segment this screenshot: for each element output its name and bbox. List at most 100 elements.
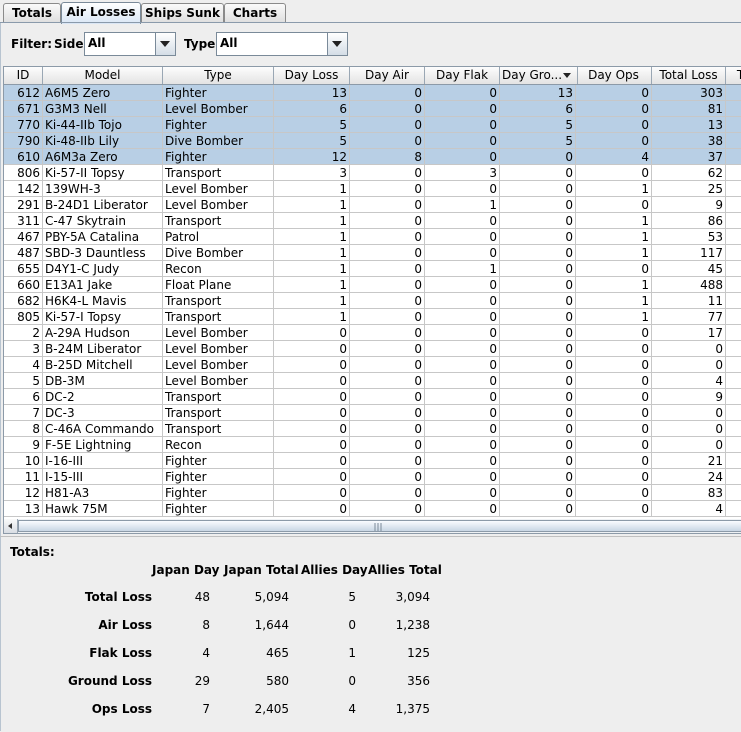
column-header-t[interactable]: T — [726, 67, 741, 84]
table-row[interactable]: 610 A6M3a Zero Fighter 12 8 0 0 4 37 — [4, 149, 741, 165]
cell-day-ground: 0 — [500, 501, 576, 517]
cell-type: Dive Bomber — [163, 245, 274, 261]
cell-model: SBD-3 Dauntless — [43, 245, 163, 261]
column-header-model[interactable]: Model — [43, 67, 163, 84]
cell-total-loss: 24 — [652, 469, 726, 485]
table-row[interactable]: 467 PBY-5A Catalina Patrol 1 0 0 0 1 53 — [4, 229, 741, 245]
column-header-day-flak[interactable]: Day Flak — [425, 67, 500, 84]
cell-t — [726, 309, 741, 325]
cell-model: B-25D Mitchell — [43, 357, 163, 373]
cell-day-flak: 0 — [425, 277, 500, 293]
table-row[interactable]: 6 DC-2 Transport 0 0 0 0 0 9 — [4, 389, 741, 405]
cell-day-air: 0 — [350, 469, 425, 485]
cell-model: D4Y1-C Judy — [43, 261, 163, 277]
cell-id: 6 — [4, 389, 43, 405]
cell-day-air: 8 — [350, 149, 425, 165]
cell-day-air: 0 — [350, 389, 425, 405]
table-row[interactable]: 9 F-5E Lightning Recon 0 0 0 0 0 0 — [4, 437, 741, 453]
horizontal-scrollbar[interactable] — [3, 519, 741, 534]
tab-air-losses[interactable]: Air Losses — [61, 2, 141, 24]
air-losses-table[interactable]: ID Model Type Day Loss Day Air Day Flak Day Gr… — [3, 66, 741, 520]
totals-value: 48 — [194, 590, 210, 604]
table-row[interactable]: 612 A6M5 Zero Fighter 13 0 0 13 0 303 — [4, 85, 741, 101]
cell-total-loss: 0 — [652, 437, 726, 453]
cell-model: DB-3M — [43, 373, 163, 389]
cell-model: A6M5 Zero — [43, 85, 163, 101]
cell-day-ground: 0 — [500, 325, 576, 341]
cell-t — [726, 181, 741, 197]
column-header-type[interactable]: Type — [163, 67, 274, 84]
side-dropdown[interactable]: All — [84, 32, 176, 56]
column-header-day-air[interactable]: Day Air — [350, 67, 425, 84]
chevron-down-icon[interactable] — [327, 33, 347, 55]
table-row[interactable]: 805 Ki-57-I Topsy Transport 1 0 0 0 1 77 — [4, 309, 741, 325]
column-header-day-ops[interactable]: Day Ops — [576, 67, 652, 84]
filter-label: Filter: — [11, 37, 53, 51]
cell-day-flak: 0 — [425, 325, 500, 341]
tab-totals[interactable]: Totals — [3, 3, 61, 23]
table-row[interactable]: 291 B-24D1 Liberator Level Bomber 1 0 1 0 0 9 — [4, 197, 741, 213]
cell-day-loss: 0 — [274, 501, 350, 517]
table-row[interactable]: 682 H6K4-L Mavis Transport 1 0 0 0 1 11 — [4, 293, 741, 309]
table-row[interactable]: 311 C-47 Skytrain Transport 1 0 0 0 1 86 — [4, 213, 741, 229]
cell-day-ground: 0 — [500, 341, 576, 357]
header-japan-total: Japan Total — [224, 563, 299, 577]
cell-day-flak: 0 — [425, 421, 500, 437]
cell-day-ground: 0 — [500, 213, 576, 229]
table-row[interactable]: 487 SBD-3 Dauntless Dive Bomber 1 0 0 0 1 117 — [4, 245, 741, 261]
cell-day-ground: 0 — [500, 357, 576, 373]
cell-t — [726, 341, 741, 357]
totals-value: 1,238 — [395, 618, 430, 632]
table-row[interactable]: 4 B-25D Mitchell Level Bomber 0 0 0 0 0 0 — [4, 357, 741, 373]
tab-ships-sunk[interactable]: Ships Sunk — [141, 3, 224, 23]
table-row[interactable]: 770 Ki-44-IIb Tojo Fighter 5 0 0 5 0 13 — [4, 117, 741, 133]
cell-day-loss: 12 — [274, 149, 350, 165]
cell-day-loss: 0 — [274, 421, 350, 437]
cell-day-ground: 0 — [500, 405, 576, 421]
table-row[interactable]: 671 G3M3 Nell Level Bomber 6 0 0 6 0 81 — [4, 101, 741, 117]
cell-id: 142 — [4, 181, 43, 197]
cell-day-loss: 1 — [274, 213, 350, 229]
table-row[interactable]: 13 Hawk 75M Fighter 0 0 0 0 0 4 — [4, 501, 741, 517]
table-row[interactable]: 7 DC-3 Transport 0 0 0 0 0 0 — [4, 405, 741, 421]
cell-total-loss: 77 — [652, 309, 726, 325]
cell-day-ops: 1 — [576, 181, 652, 197]
table-row[interactable]: 806 Ki-57-II Topsy Transport 3 0 3 0 0 62 — [4, 165, 741, 181]
table-row[interactable]: 142 139WH-3 Level Bomber 1 0 0 0 1 25 — [4, 181, 741, 197]
cell-day-air: 0 — [350, 485, 425, 501]
table-row[interactable]: 660 E13A1 Jake Float Plane 1 0 0 0 1 488 — [4, 277, 741, 293]
cell-total-loss: 83 — [652, 485, 726, 501]
cell-id: 3 — [4, 341, 43, 357]
table-row[interactable]: 655 D4Y1-C Judy Recon 1 0 1 0 0 45 — [4, 261, 741, 277]
cell-t — [726, 293, 741, 309]
tab-charts[interactable]: Charts — [224, 3, 286, 23]
table-row[interactable]: 12 H81-A3 Fighter 0 0 0 0 0 83 — [4, 485, 741, 501]
column-header-day-loss[interactable]: Day Loss — [274, 67, 350, 84]
table-row[interactable]: 790 Ki-48-IIb Lily Dive Bomber 5 0 0 5 0 38 — [4, 133, 741, 149]
cell-model: I-15-III — [43, 469, 163, 485]
cell-id: 2 — [4, 325, 43, 341]
table-row[interactable]: 5 DB-3M Level Bomber 0 0 0 0 0 4 — [4, 373, 741, 389]
table-row[interactable]: 2 A-29A Hudson Level Bomber 0 0 0 0 0 17 — [4, 325, 741, 341]
table-row[interactable]: 11 I-15-III Fighter 0 0 0 0 0 24 — [4, 469, 741, 485]
chevron-down-icon[interactable] — [155, 33, 175, 55]
scrollbar-thumb[interactable] — [18, 520, 741, 532]
table-row[interactable]: 10 I-16-III Fighter 0 0 0 0 0 21 — [4, 453, 741, 469]
type-dropdown[interactable]: All — [216, 32, 348, 56]
cell-t — [726, 373, 741, 389]
column-header-day-ground[interactable]: Day Gro... — [500, 67, 578, 84]
cell-total-loss: 4 — [652, 373, 726, 389]
table-row[interactable]: 3 B-24M Liberator Level Bomber 0 0 0 0 0 0 — [4, 341, 741, 357]
cell-day-loss: 0 — [274, 485, 350, 501]
cell-total-loss: 86 — [652, 213, 726, 229]
table-row[interactable]: 8 C-46A Commando Transport 0 0 0 0 0 0 — [4, 421, 741, 437]
cell-day-loss: 1 — [274, 181, 350, 197]
column-header-id[interactable]: ID — [4, 67, 43, 84]
side-value: All — [88, 36, 106, 50]
cell-day-ground: 13 — [500, 85, 576, 101]
cell-day-ops: 0 — [576, 197, 652, 213]
column-header-total-loss[interactable]: Total Loss — [652, 67, 726, 84]
cell-id: 612 — [4, 85, 43, 101]
cell-model: Ki-57-II Topsy — [43, 165, 163, 181]
scroll-left-icon[interactable] — [4, 519, 18, 533]
